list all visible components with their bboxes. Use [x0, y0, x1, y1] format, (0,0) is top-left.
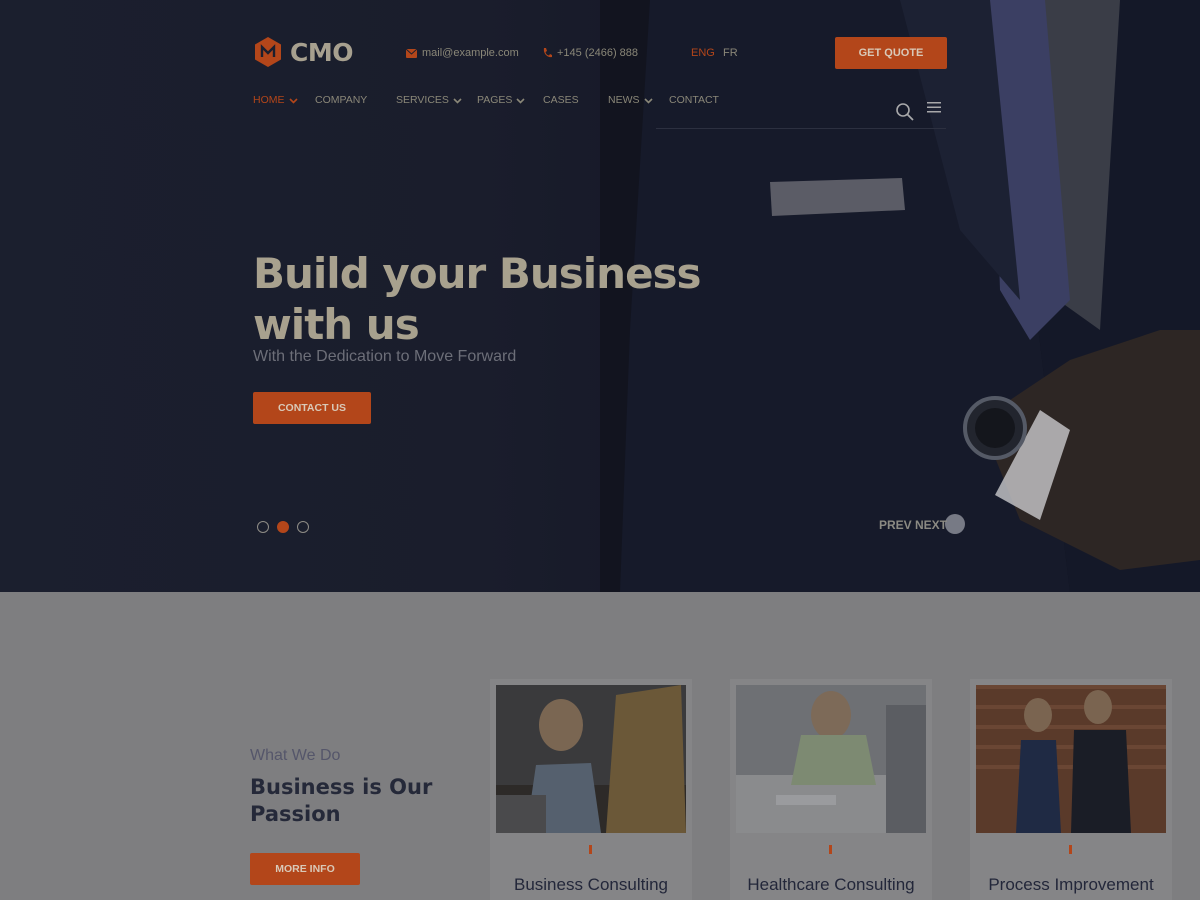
card-accent-tick — [1069, 845, 1072, 854]
nav-item-home[interactable]: HOME — [253, 94, 298, 106]
service-card-title: Process Improvement — [988, 875, 1154, 894]
slider-dot[interactable] — [297, 521, 309, 533]
nav-item-pages[interactable]: PAGES — [477, 94, 525, 106]
chevron-down-icon — [516, 97, 525, 104]
nav-item-label: NEWS — [608, 94, 640, 106]
service-card[interactable]: Healthcare Consulting — [730, 679, 932, 900]
more-info-button[interactable]: MORE INFO — [250, 853, 360, 885]
contact-us-button[interactable]: CONTACT US — [253, 392, 371, 424]
hamburger-icon[interactable] — [927, 101, 941, 114]
card-accent-tick — [589, 845, 592, 854]
service-card-image — [976, 685, 1166, 833]
language-fr[interactable]: FR — [723, 47, 738, 59]
nav-item-news[interactable]: NEWS — [608, 94, 653, 106]
logo-text: CMO — [290, 37, 353, 67]
logo-hexagon-icon — [255, 37, 281, 67]
get-quote-button[interactable]: GET QUOTE — [835, 37, 947, 69]
envelope-icon — [406, 48, 417, 58]
hero-subtitle: With the Dedication to Move Forward — [253, 348, 517, 365]
nav-item-cases[interactable]: CASES — [543, 94, 579, 106]
card-accent-tick — [829, 845, 832, 854]
slider-next-button[interactable]: NEXT — [915, 518, 947, 532]
chevron-down-icon — [643, 97, 653, 104]
nav-divider — [656, 128, 946, 129]
slider-dots — [257, 521, 309, 533]
nav-item-contact[interactable]: CONTACT — [669, 94, 719, 106]
service-card-title: Healthcare Consulting — [747, 875, 915, 894]
header-email[interactable]: mail@example.com — [406, 47, 519, 59]
service-card[interactable]: Process Improvement — [970, 679, 1172, 900]
logo[interactable]: CMO — [252, 36, 353, 68]
chevron-down-icon — [453, 97, 462, 104]
chevron-down-icon — [288, 97, 298, 104]
slider-dot[interactable] — [257, 521, 269, 533]
section-title: Business is Our Passion — [250, 775, 433, 826]
search-icon[interactable] — [895, 102, 915, 122]
service-card-image — [736, 685, 926, 833]
phone-icon — [543, 48, 552, 58]
nav-item-services[interactable]: SERVICES — [396, 94, 462, 106]
header-phone[interactable]: +145 (2466) 888 — [543, 47, 638, 59]
hero-title: Build your Business with us — [253, 249, 702, 349]
nav-item-label: HOME — [253, 94, 285, 106]
header-phone-text: +145 (2466) 888 — [557, 47, 639, 59]
hero-slider: CMO mail@example.com +145 (2466) 888 ENG… — [0, 0, 1200, 592]
main-nav: HOME COMPANY SERVICES PAGES CASES NEWS C… — [0, 94, 1200, 114]
nav-item-label: COMPANY — [315, 94, 368, 106]
nav-item-label: PAGES — [477, 94, 513, 106]
slider-dot-active[interactable] — [277, 521, 289, 533]
nav-item-label: SERVICES — [396, 94, 449, 106]
nav-item-label: CONTACT — [669, 94, 719, 106]
section-eyebrow: What We Do — [250, 747, 341, 764]
slider-prev-button[interactable]: PREV — [879, 518, 912, 532]
header-email-text: mail@example.com — [422, 47, 519, 59]
nav-item-company[interactable]: COMPANY — [315, 94, 367, 106]
what-we-do-section: What We Do Business is Our Passion MORE … — [0, 592, 1200, 900]
service-card-title: Business Consulting — [513, 875, 669, 894]
language-eng[interactable]: ENG — [691, 47, 715, 59]
nav-item-label: CASES — [543, 94, 579, 106]
service-card[interactable]: Business Consulting — [490, 679, 692, 900]
service-card-image — [496, 685, 686, 833]
